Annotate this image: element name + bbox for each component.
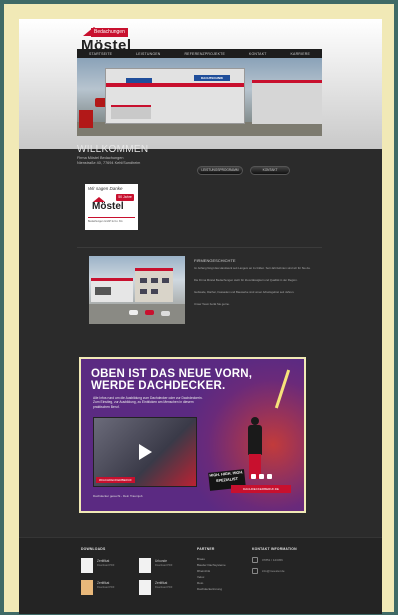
download-sub: Download PDF (155, 586, 173, 589)
page-frame: Bedachungen Möstel GmbH & Co. KG STARTSE… (4, 4, 394, 614)
phone-icon (252, 557, 258, 563)
history-title: FIRMENGESCHICHTE (194, 258, 236, 263)
footer: DOWNLOADS PARTNER KONTAKT INFORMATION Ze… (19, 537, 382, 614)
photo-office-building (135, 268, 173, 302)
photo-car (161, 311, 170, 316)
partner-link[interactable]: Bauder Dachsysteme (197, 563, 226, 567)
ad-copy: Alle Infos rund um die Ausbildung zum Da… (93, 396, 203, 409)
contact-phone[interactable]: 07851 / 123456 (262, 558, 283, 562)
download-title[interactable]: Urkunde (155, 559, 167, 563)
ad-caption: Dachdecker gesucht - Dein Traumjob (93, 494, 143, 498)
hero-building-dock (111, 105, 151, 119)
download-sub: Download PDF (155, 564, 173, 567)
welcome-title: WILLKOMMEN (77, 144, 149, 155)
photo-hall (91, 278, 133, 302)
download-title[interactable]: Zertifikat (97, 581, 109, 585)
download-sub: Download PDF (97, 586, 115, 589)
download-document-icon[interactable] (139, 580, 151, 595)
download-document-icon[interactable] (81, 558, 93, 573)
ad-video-tag: #DACHDECKERBERUF (96, 477, 135, 483)
photo-window (151, 278, 158, 283)
badge-divider (88, 217, 135, 218)
partner-link[interactable]: Roto (197, 581, 203, 585)
badge-script: Wir sagen Danke (88, 186, 123, 191)
partner-link[interactable]: Rheinzink (197, 569, 210, 573)
hero-red-container (79, 110, 93, 128)
download-sub: Download PDF (97, 564, 115, 567)
photo-hall-window (95, 287, 111, 295)
partner-link[interactable]: Braas (197, 557, 205, 561)
download-document-icon[interactable] (139, 558, 151, 573)
figure-head (251, 417, 259, 425)
photo-window (151, 289, 158, 294)
download-title[interactable]: Zertifikat (155, 581, 167, 585)
download-title[interactable]: Zertifikat (97, 559, 109, 563)
section-divider (77, 247, 322, 248)
ad-roofer-figure (244, 417, 266, 479)
photo-window (140, 289, 147, 294)
hero-building-sign: DACHTECHNIK (194, 75, 230, 81)
facebook-icon[interactable] (267, 474, 272, 479)
ad-headline-line-2: WERDE DACHDECKER. (91, 380, 226, 392)
partner-link[interactable]: Dachdeckerinnung (197, 587, 222, 591)
contact-title: KONTAKT INFORMATION (252, 547, 297, 551)
hero-building-sign-left (126, 78, 152, 83)
history-paragraph: Unser Team berät Sie gerne. (194, 302, 230, 306)
welcome-line-2: Nienstraße 40, 77694 Kehl/Sundheim (77, 161, 141, 165)
nav-item-startseite[interactable]: STARTSEITE (89, 52, 112, 56)
ad-headline-line-1: OBEN IST DAS NEUE VORN, (91, 368, 253, 380)
nav-item-referenzprojekte[interactable]: REFERENZPROJEKTE (184, 52, 225, 56)
contact-button[interactable]: KONTAKT (250, 166, 290, 175)
partner-link[interactable]: Velux (197, 575, 204, 579)
hero-ground (77, 122, 322, 136)
photo-car (129, 310, 138, 315)
ad-video[interactable]: #DACHDECKERBERUF (93, 417, 197, 487)
ad-social-icons (251, 474, 272, 479)
instagram-icon[interactable] (251, 474, 256, 479)
ad-cta-button[interactable]: DACHDECKERBERUF.DE (231, 485, 291, 493)
history-paragraph: Gebäude, Dächer, Fassaden und Bauwerke s… (194, 290, 295, 294)
play-icon[interactable] (139, 444, 152, 460)
services-button[interactable]: LEISTUNGSPROGRAMM (197, 166, 243, 175)
downloads-title: DOWNLOADS (81, 547, 106, 551)
welcome-address: Firma Möstel Bedachungen Nienstraße 40, … (77, 156, 217, 166)
photo-window (162, 278, 169, 283)
main-nav: STARTSEITE LEISTUNGEN REFERENZPROJEKTE K… (77, 49, 322, 58)
download-document-icon[interactable] (81, 580, 93, 595)
history-paragraph: Im Anfang fängt das Handwerk seit Langem… (194, 266, 311, 270)
logo-tag: Bedachungen (91, 28, 128, 37)
header: Bedachungen Möstel GmbH & Co. KG STARTSE… (19, 19, 382, 149)
figure-body (248, 425, 262, 455)
contact-mail[interactable]: info@moestel.de (262, 569, 285, 573)
history-paragraph: Die Firma Möstel Bedachungen steht für Z… (194, 278, 298, 282)
photo-car (145, 310, 154, 315)
nav-item-karriere[interactable]: KARRIERE (291, 52, 311, 56)
ad-headline: OBEN IST DAS NEUE VORN, WERDE DACHDECKER… (91, 368, 252, 392)
hero-building-band (106, 83, 244, 87)
youtube-icon[interactable] (259, 474, 264, 479)
photo-window (140, 278, 147, 283)
hero-building: DACHTECHNIK (105, 68, 245, 124)
badge-footer: Bedachungen GmbH & Co. KG (88, 220, 123, 223)
hero-image: DACHTECHNIK (77, 58, 322, 136)
nav-item-leistungen[interactable]: LEISTUNGEN (136, 52, 160, 56)
hero-side-building (252, 80, 322, 124)
mail-icon (252, 568, 258, 574)
company-photo (89, 256, 185, 324)
nav-item-kontakt[interactable]: KONTAKT (249, 52, 267, 56)
badge-name: Möstel (92, 201, 124, 212)
roofer-ad-banner[interactable]: OBEN IST DAS NEUE VORN, WERDE DACHDECKER… (79, 357, 306, 513)
partners-title: PARTNER (197, 547, 215, 551)
badge-jubilee: 50 Jahre (116, 194, 134, 201)
web-page: Bedachungen Möstel GmbH & Co. KG STARTSE… (19, 19, 382, 614)
anniversary-badge: Wir sagen Danke 50 Jahre Möstel Bedachun… (85, 184, 138, 230)
